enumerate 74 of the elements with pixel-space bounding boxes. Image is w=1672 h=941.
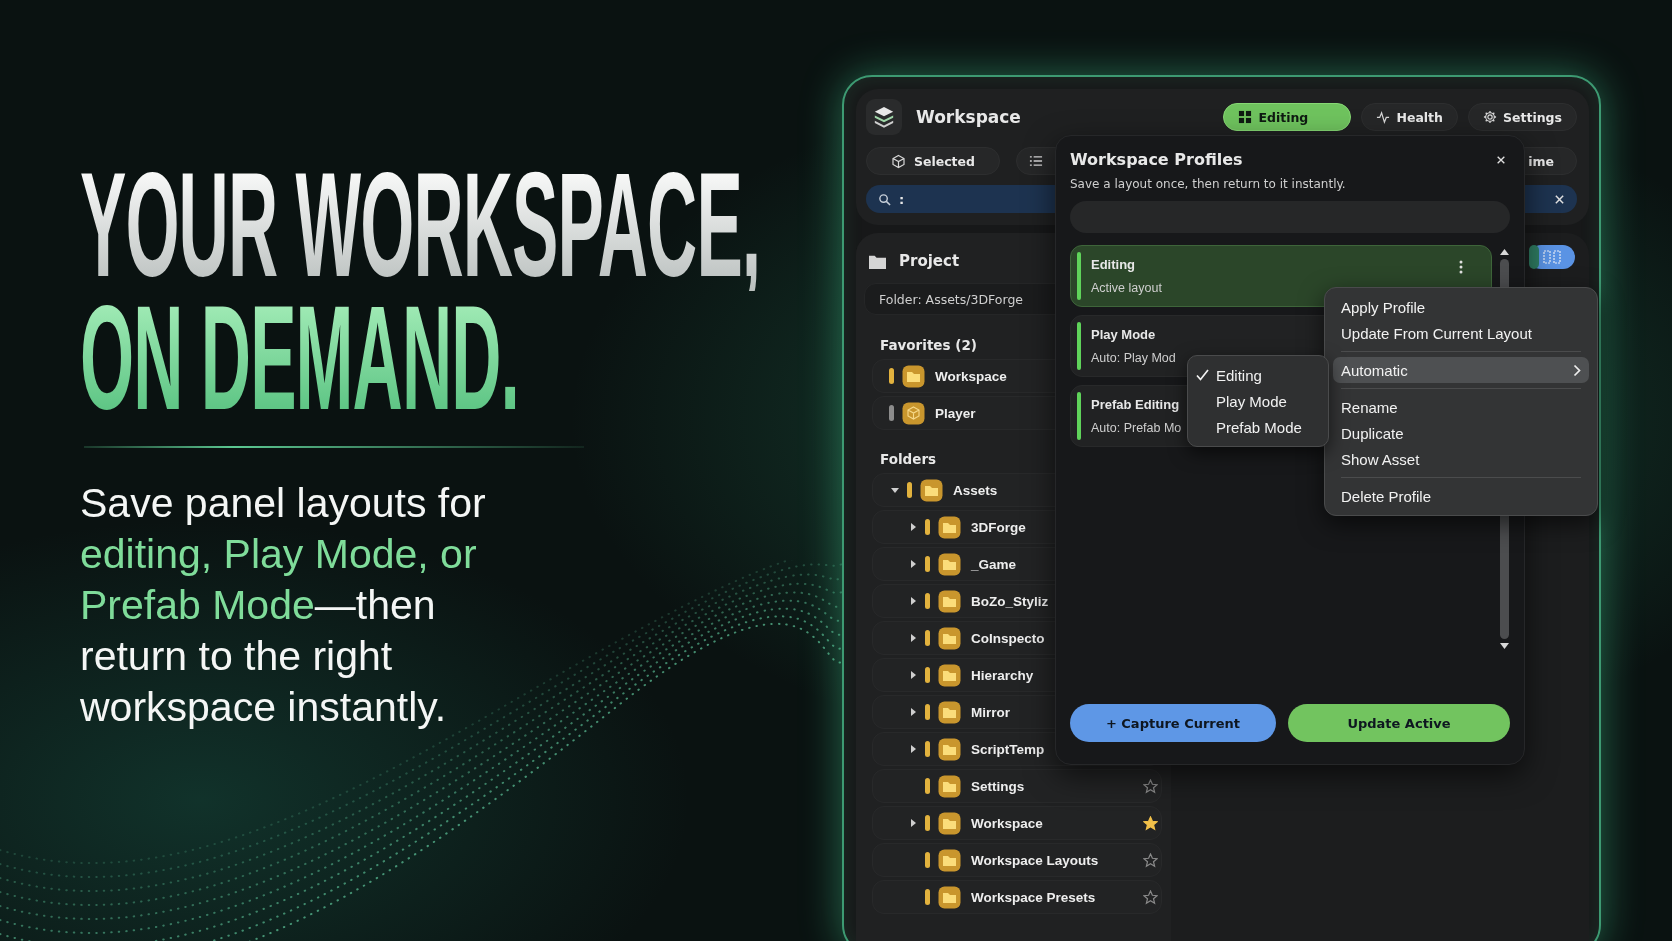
view-toggle-icon[interactable] — [1529, 245, 1575, 269]
tag-icon — [925, 593, 930, 609]
folder-icon — [920, 478, 943, 502]
mode-tab[interactable]: Health — [1361, 103, 1458, 131]
folder-item[interactable]: Workspace Presets — [872, 880, 1162, 914]
section-title: Folders — [880, 451, 938, 467]
folder-icon — [902, 364, 925, 388]
tag-icon — [925, 630, 930, 646]
scroll-down-icon — [1499, 643, 1509, 649]
tag-icon — [925, 556, 930, 572]
settings-icon — [1483, 110, 1497, 124]
folder-item[interactable]: Workspace — [872, 806, 1162, 840]
tag-icon — [925, 667, 930, 683]
star-icon[interactable] — [1143, 890, 1158, 905]
update-button[interactable]: Update Active — [1288, 704, 1510, 742]
more-icon[interactable] — [1459, 260, 1463, 274]
folder-icon — [938, 589, 961, 613]
cube-icon — [890, 153, 906, 169]
menu-item[interactable]: Delete Profile — [1333, 483, 1589, 509]
dialog-title: Workspace Profiles — [1070, 150, 1243, 169]
scroll-up-icon — [1499, 249, 1509, 255]
mode-tab[interactable]: Editing — [1223, 103, 1352, 131]
tag-icon — [925, 704, 930, 720]
profile-name: Play Mode — [1091, 326, 1157, 342]
folder-icon — [938, 552, 961, 576]
folder-icon — [938, 774, 961, 798]
menu-item[interactable]: Automatic — [1333, 357, 1589, 383]
search-icon — [878, 192, 891, 206]
menu-item[interactable]: Duplicate — [1333, 420, 1589, 446]
submenu-item[interactable]: Prefab Mode — [1188, 414, 1328, 440]
tag-icon — [925, 778, 930, 794]
star-icon[interactable] — [1143, 853, 1158, 868]
menu-item[interactable]: Rename — [1333, 394, 1589, 420]
folder-icon — [938, 811, 961, 835]
filter-button[interactable]: Selected — [866, 147, 1000, 175]
tag-icon — [925, 852, 930, 868]
folder-icon — [938, 885, 961, 909]
menu-item[interactable]: Show Asset — [1333, 446, 1589, 472]
pulse-icon — [1376, 110, 1391, 124]
hero-paragraph: Save panel layouts for editing, Play Mode, or Prefab Mode—then return to the right workspace instantly. — [80, 479, 487, 732]
list-icon — [1029, 154, 1043, 168]
mode-tab[interactable]: Settings — [1468, 103, 1577, 131]
dialog-subtitle: Save a layout once, then return to it instantly. — [1070, 177, 1347, 191]
star-icon[interactable] — [1143, 816, 1158, 831]
accent-bar — [1077, 252, 1081, 300]
tag-icon — [907, 482, 912, 498]
grid-icon — [1238, 110, 1253, 124]
tag-icon — [925, 889, 930, 905]
search-field[interactable]: : — [899, 191, 1546, 207]
tag-icon — [925, 519, 930, 535]
close-icon — [1496, 154, 1506, 165]
chevron-right-icon — [1573, 363, 1581, 377]
capture-button[interactable]: + Capture Current — [1070, 704, 1276, 742]
profile-name: Editing — [1091, 256, 1137, 272]
app-title: Workspace — [916, 107, 1022, 127]
accent-bar — [1077, 322, 1081, 370]
star-icon[interactable] — [1143, 779, 1158, 794]
folder-icon — [938, 626, 961, 650]
tag-icon — [925, 815, 930, 831]
folder-icon — [938, 848, 961, 872]
folder-icon — [938, 515, 961, 539]
clear-icon — [1554, 193, 1565, 205]
logo-icon — [866, 99, 902, 135]
folder-icon — [938, 663, 961, 687]
folder-icon — [938, 700, 961, 724]
folder-item[interactable]: Settings — [872, 769, 1162, 803]
tag-icon — [925, 741, 930, 757]
submenu-item[interactable]: Play Mode — [1188, 388, 1328, 414]
cube-icon — [902, 401, 925, 425]
folder-item[interactable]: Workspace Layouts — [872, 843, 1162, 877]
panel-title: Project — [899, 252, 960, 270]
folder-icon — [938, 737, 961, 761]
accent-bar — [1077, 392, 1081, 440]
section-title: Favorites (2) — [880, 337, 978, 353]
